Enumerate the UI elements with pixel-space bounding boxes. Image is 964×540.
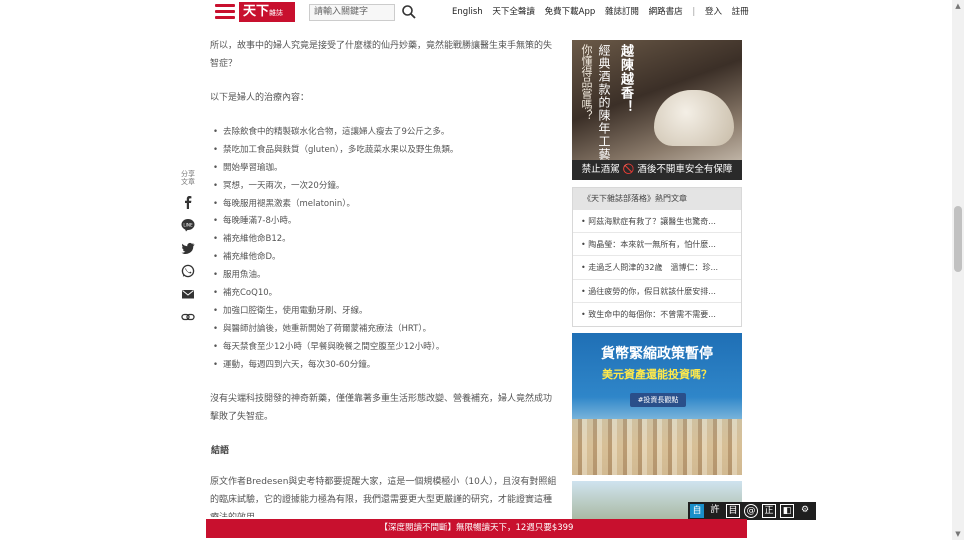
list-item: 每晚睡滿7-8小時。 xyxy=(213,213,563,231)
toolbar-button-mu[interactable]: 目 xyxy=(726,504,740,518)
toolbar-button-zheng[interactable]: 正 xyxy=(762,504,776,518)
settings-icon[interactable]: ⚙ xyxy=(798,504,812,518)
scroll-down-icon[interactable]: ▼ xyxy=(954,530,962,538)
subscription-banner[interactable]: 【深度閱讀不間斷】無限暢讀天下，12週只要$399 xyxy=(206,519,747,538)
line-icon[interactable]: LINE xyxy=(181,218,195,232)
list-item: 去除飲食中的精製碳水化合物，這讓婦人瘦去了9公斤之多。 xyxy=(213,124,563,142)
toolbar-button-contrast[interactable]: ◧ xyxy=(780,504,794,518)
ad-headline: 越陳越香！ xyxy=(618,44,633,114)
ad-disclaimer: 禁止酒駕 🚫 酒後不開車安全有保障 xyxy=(572,160,742,180)
search-icon[interactable] xyxy=(401,4,417,20)
search-input[interactable]: 請輸入關鍵字 xyxy=(309,4,395,21)
ad-hashtag: #投資長觀點 xyxy=(630,393,686,407)
conclusion-heading: 結語 xyxy=(211,446,230,456)
list-item: 冥想，一天兩次，一次20分鐘。 xyxy=(213,178,563,196)
toolbar-button-xu[interactable]: 許 xyxy=(708,504,722,518)
list-item: 每晚服用褪黑激素（melatonin）。 xyxy=(213,196,563,214)
nav-bookstore[interactable]: 網路書店 xyxy=(649,7,683,17)
nav-audio[interactable]: 天下全聲讀 xyxy=(492,7,535,17)
list-item: 與醫師討論後，她重新開始了荷爾蒙補充療法（HRT）。 xyxy=(213,321,563,339)
hot-article-link[interactable]: 陶晶瑩：本來就一無所有，怕什麼... xyxy=(573,233,741,257)
hot-article-link[interactable]: 走過乏人問津的32歲 溫博仁：珍... xyxy=(573,256,741,280)
scrollbar-thumb[interactable] xyxy=(954,206,962,272)
nav-english[interactable]: English xyxy=(452,7,483,17)
toolbar-button-auto[interactable]: 自 xyxy=(690,504,704,518)
ad-subline: 經典酒款的陳年工藝， xyxy=(597,44,611,174)
svg-text:LINE: LINE xyxy=(183,222,193,227)
article-result: 沒有尖端科技開發的神奇新藥，僅僅靠著多重生活形態改變、營養補充，婦人竟然成功擊敗… xyxy=(210,394,553,422)
scroll-up-icon[interactable]: ▲ xyxy=(954,2,962,10)
article-intro: 所以，故事中的婦人究竟是接受了什麼樣的仙丹妙藥，竟然能戰勝讓醫生束手無策的失智症… xyxy=(210,41,553,69)
ad-subline: 美元資產還能投資嗎？ xyxy=(602,368,712,381)
nav-subscribe[interactable]: 雜誌訂閱 xyxy=(605,7,639,17)
ad-headline: 貨幣緊縮政策暫停 xyxy=(601,346,713,362)
twitter-icon[interactable] xyxy=(181,241,195,255)
list-item: 補充維他命B12。 xyxy=(213,231,563,249)
treatment-list: 去除飲食中的精製碳水化合物，這讓婦人瘦去了9公斤之多。 禁吃加工食品與麩質（gl… xyxy=(213,124,563,374)
nav-app[interactable]: 免費下載App xyxy=(545,7,596,17)
list-item: 補充維他命D。 xyxy=(213,249,563,267)
menu-icon[interactable] xyxy=(215,4,235,20)
wine-bottle-image xyxy=(654,90,734,146)
hot-article-link[interactable]: 致生命中的每個你：不曾需不需要... xyxy=(573,303,741,326)
toolbar-button-at[interactable]: @ xyxy=(744,504,758,518)
facebook-icon[interactable] xyxy=(181,195,195,209)
list-item: 加強口腔衛生，使用電動牙刷、牙線。 xyxy=(213,303,563,321)
nav-separator: | xyxy=(692,7,696,17)
list-item: 禁吃加工食品與麩質（gluten），多吃蔬菜水果以及野生魚類。 xyxy=(213,142,563,160)
list-item: 開始學習瑜珈。 xyxy=(213,160,563,178)
ad-question: 你懂得品嘗嗎？ xyxy=(580,44,593,121)
reading-toolbar: 自 許 目 @ 正 ◧ ⚙ xyxy=(688,502,816,520)
link-icon[interactable] xyxy=(181,310,195,324)
wine-ad[interactable]: 越陳越香！ 經典酒款的陳年工藝， 你懂得品嘗嗎？ 禁止酒駕 🚫 酒後不開車安全有… xyxy=(572,40,742,180)
site-logo[interactable]: 天下雜誌 xyxy=(239,2,295,22)
city-image xyxy=(572,419,742,475)
email-icon[interactable] xyxy=(181,287,195,301)
hot-articles-box: 《天下雜誌部落格》熱門文章 阿茲海默症有救了？讓醫生也驚奇... 陶晶瑩：本來就… xyxy=(572,187,742,327)
article-conclusion: 原文作者Bredesen與史考特都要提醒大家，這是一個規模極小（10人），且沒有… xyxy=(210,477,557,517)
hot-articles-heading: 《天下雜誌部落格》熱門文章 xyxy=(573,188,741,210)
list-item: 補充CoQ10。 xyxy=(213,285,563,303)
whatsapp-icon[interactable] xyxy=(181,264,195,278)
hot-article-link[interactable]: 過往疲勞的你，假日就該什麼安排... xyxy=(573,280,741,303)
header-nav: English 天下全聲讀 免費下載App 雜誌訂閱 網路書店 | 登入 註冊 xyxy=(452,5,756,17)
nav-login[interactable]: 登入 xyxy=(705,7,722,17)
list-item: 運動，每週四到六天，每次30-60分鐘。 xyxy=(213,357,563,375)
share-column: 分享文章 LINE xyxy=(178,170,198,324)
nav-register[interactable]: 註冊 xyxy=(732,7,749,17)
treatment-intro: 以下是婦人的治療內容： xyxy=(210,93,310,103)
investment-ad[interactable]: 貨幣緊縮政策暫停 美元資產還能投資嗎？ #投資長觀點 xyxy=(572,333,742,475)
hot-article-link[interactable]: 阿茲海默症有救了？讓醫生也驚奇... xyxy=(573,210,741,234)
list-item: 每天禁食至少12小時（早餐與晚餐之間空腹至少12小時）。 xyxy=(213,339,563,357)
top-bar: 天下雜誌 請輸入關鍵字 English 天下全聲讀 免費下載App 雜誌訂閱 網… xyxy=(0,0,952,24)
share-label: 分享文章 xyxy=(181,170,195,186)
list-item: 服用魚油。 xyxy=(213,267,563,285)
